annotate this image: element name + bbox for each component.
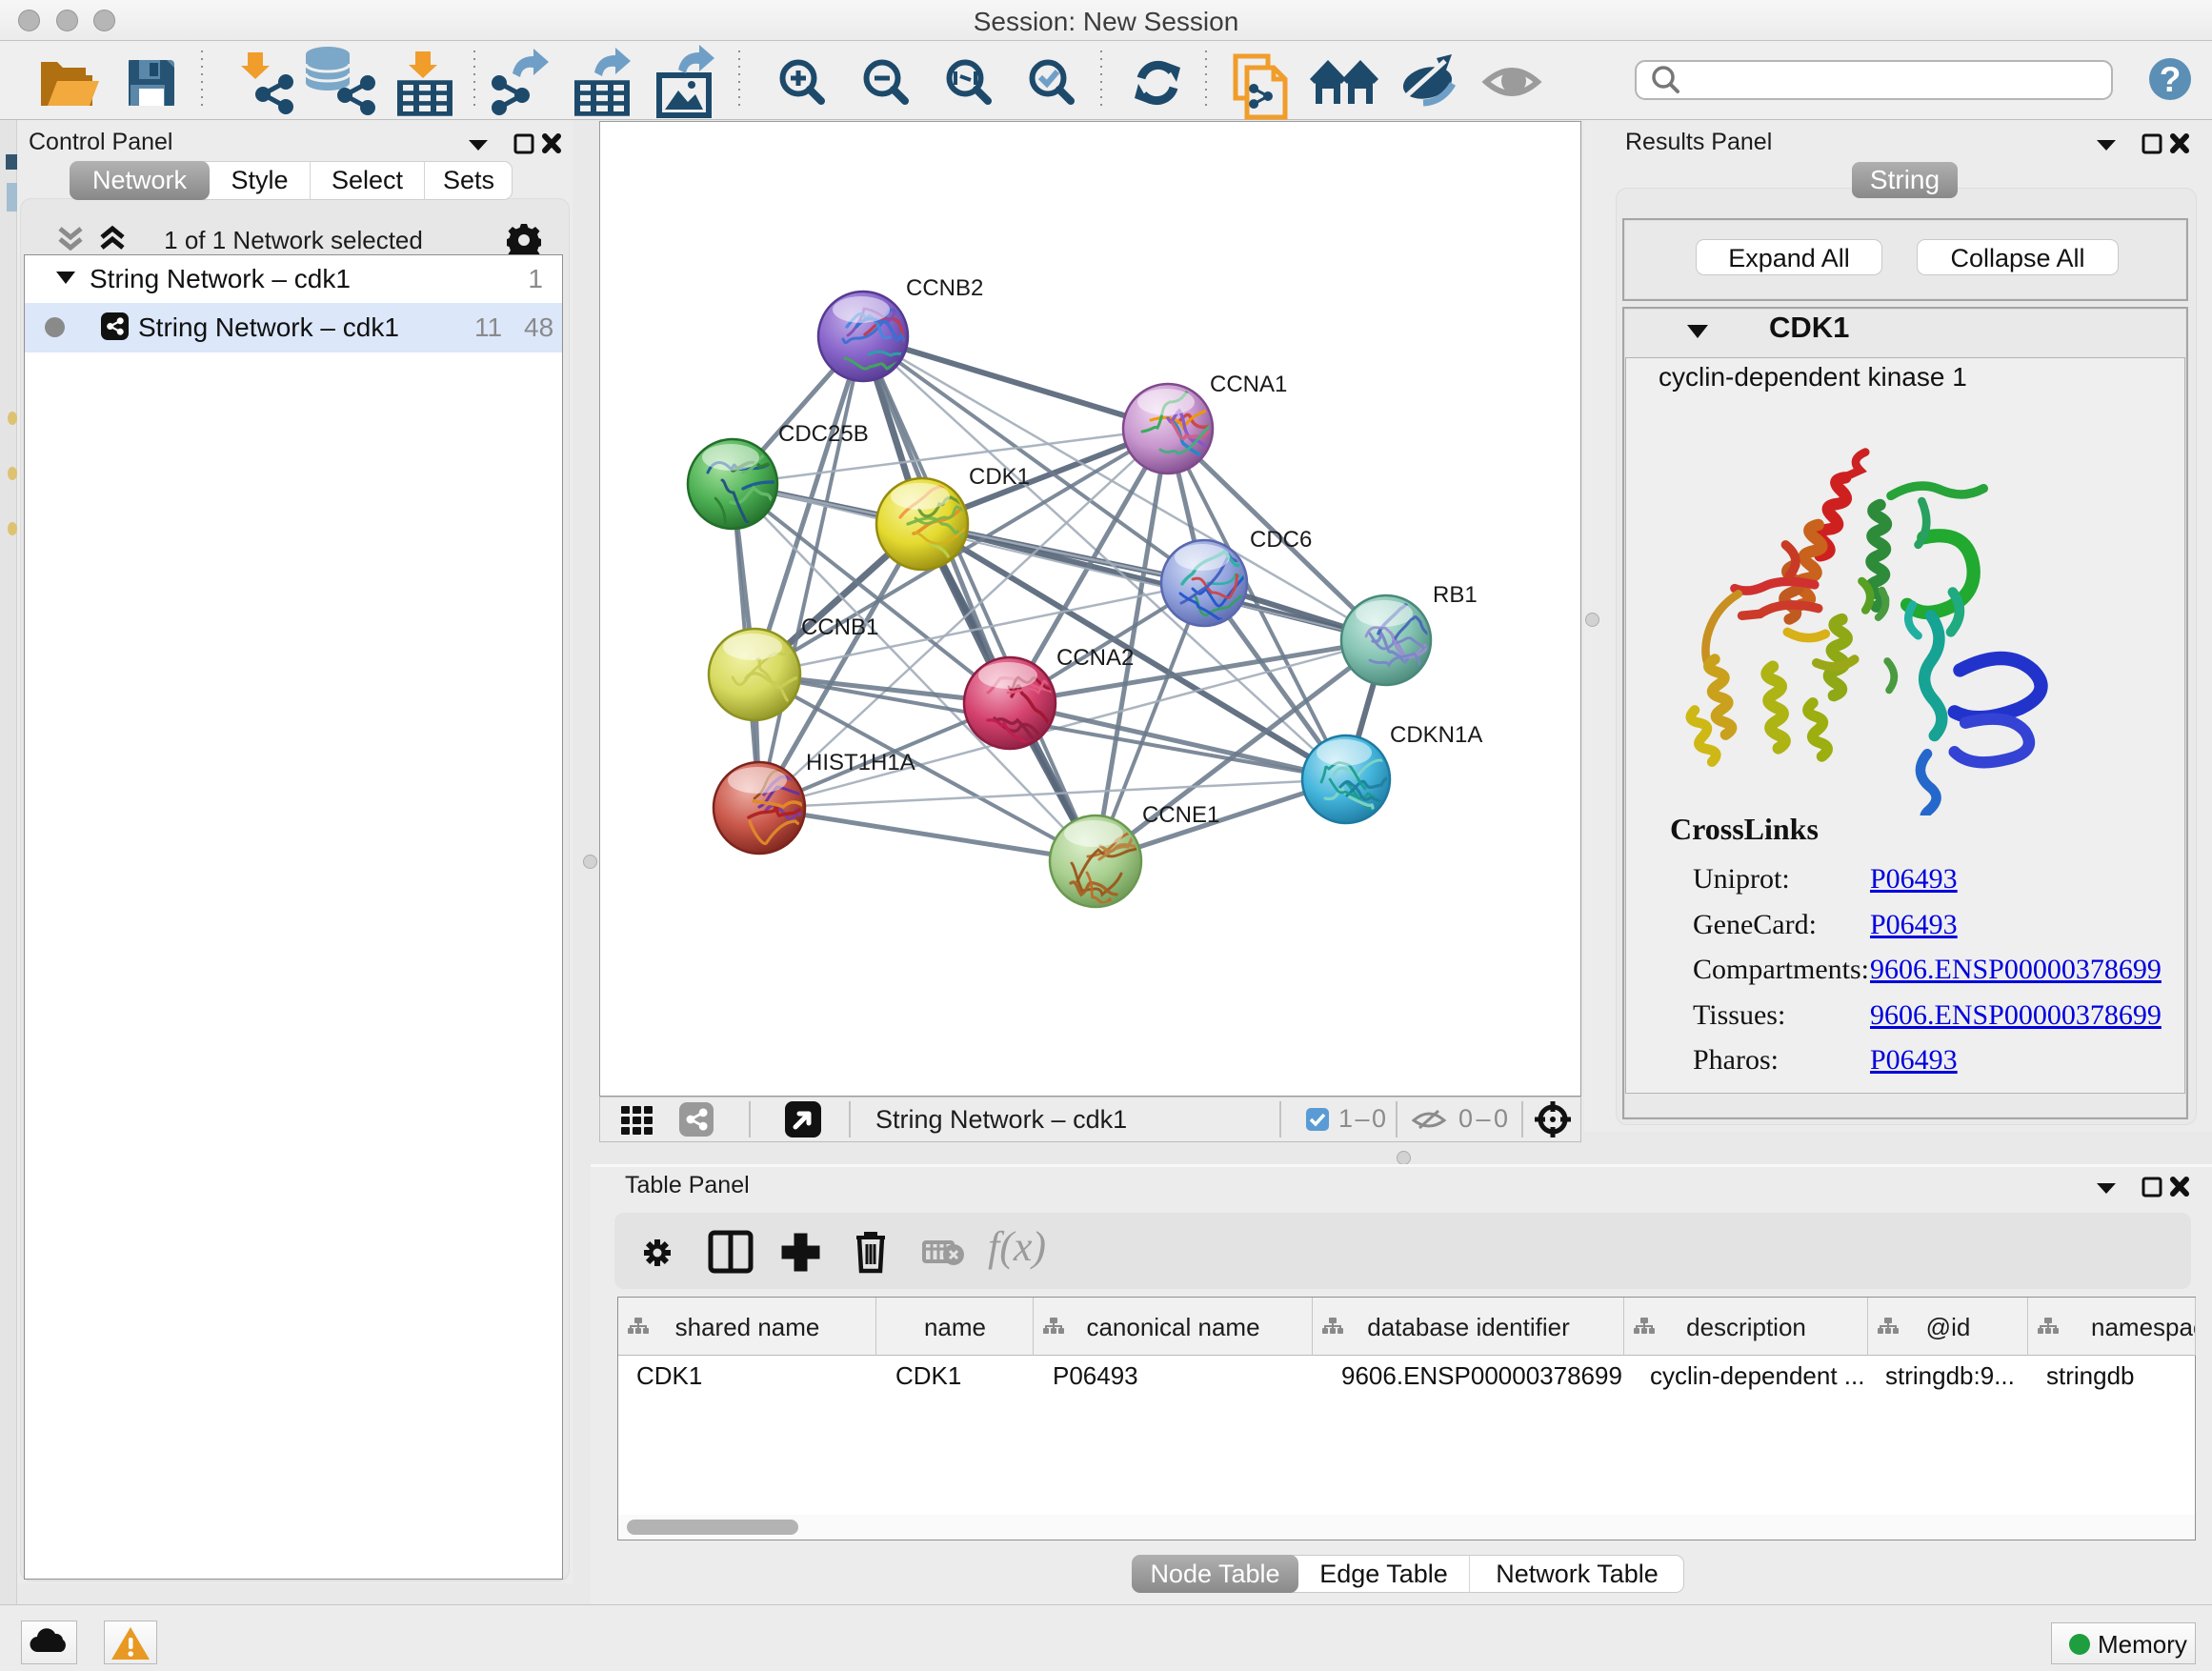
svg-text:CDKN1A: CDKN1A bbox=[1390, 722, 1482, 748]
svg-text:CCNB1: CCNB1 bbox=[801, 614, 878, 640]
svg-text:CCNA1: CCNA1 bbox=[1210, 372, 1287, 397]
svg-text:RB1: RB1 bbox=[1433, 582, 1478, 608]
svg-text:CCNE1: CCNE1 bbox=[1142, 802, 1219, 828]
svg-text:HIST1H1A: HIST1H1A bbox=[806, 750, 915, 775]
svg-text:CDC6: CDC6 bbox=[1250, 527, 1312, 553]
svg-text:CCNB2: CCNB2 bbox=[906, 275, 983, 301]
svg-text:CCNA2: CCNA2 bbox=[1056, 645, 1134, 671]
svg-text:?: ? bbox=[2160, 60, 2182, 99]
svg-text:String Network – cdk1: String Network – cdk1 bbox=[875, 1105, 1127, 1134]
svg-text:CDK1: CDK1 bbox=[969, 464, 1030, 490]
svg-text:CDC25B: CDC25B bbox=[778, 421, 869, 447]
svg-text:0 – 0: 0 – 0 bbox=[1458, 1104, 1508, 1133]
svg-text:1 – 0: 1 – 0 bbox=[1338, 1104, 1386, 1133]
